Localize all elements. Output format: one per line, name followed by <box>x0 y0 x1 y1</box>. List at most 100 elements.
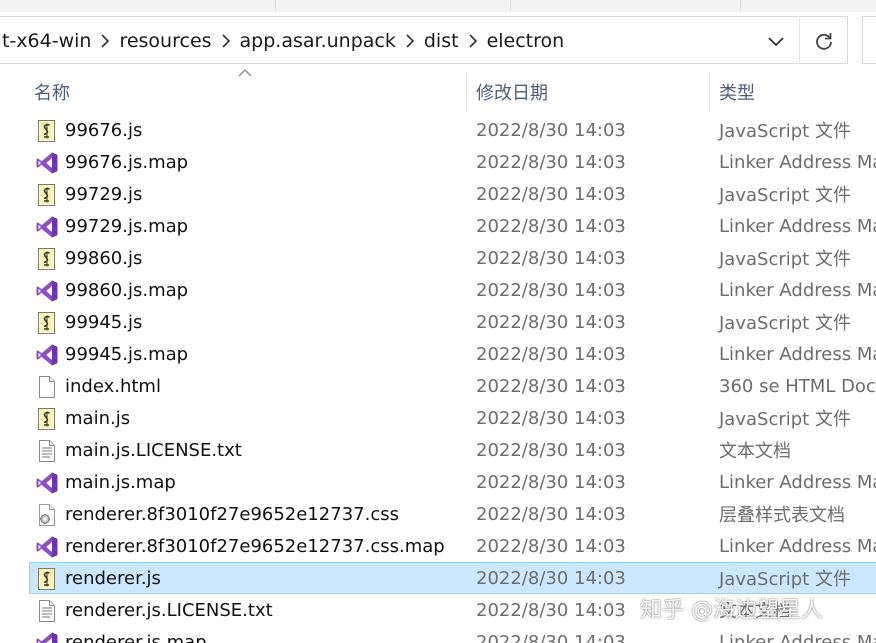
visual-studio-file-icon <box>35 151 59 175</box>
file-type: JavaScript 文件 <box>719 249 851 270</box>
file-type: 层叠样式表文档 <box>719 505 845 526</box>
javascript-file-icon <box>35 183 59 207</box>
file-type: 文本文档 <box>719 441 791 462</box>
search-input[interactable] <box>862 16 876 64</box>
chevron-right-icon[interactable] <box>94 34 116 48</box>
file-name: index.html <box>65 375 161 397</box>
file-row[interactable]: 99945.js.map 2022/8/30 14:03 Linker Addres… <box>29 338 876 370</box>
file-row[interactable]: main.js.LICENSE.txt 2022/8/30 14:03 文本文档 <box>29 434 876 466</box>
watermark: 知乎 @海边望星人 <box>640 598 823 623</box>
ribbon-segment <box>560 0 741 10</box>
file-row[interactable]: 99860.js.map 2022/8/30 14:03 Linker Addres… <box>29 274 876 306</box>
breadcrumb-item[interactable]: t-x64-win <box>0 30 94 52</box>
file-modified-date: 2022/8/30 14:03 <box>476 567 626 589</box>
file-modified-date: 2022/8/30 14:03 <box>476 471 626 493</box>
column-header-name-label: 名称 <box>34 83 70 104</box>
file-type: Linker Address Ma <box>719 151 876 173</box>
file-modified-date: 2022/8/30 14:03 <box>476 439 626 461</box>
file-row[interactable]: 99676.js 2022/8/30 14:03 JavaScript 文件 <box>29 114 876 146</box>
file-type: JavaScript 文件 <box>719 185 851 206</box>
file-name: 99860.js.map <box>65 279 189 301</box>
address-bar[interactable]: t-x64-win resources app.asar.unpack dist… <box>0 16 848 64</box>
file-row[interactable]: renderer.js.map 2022/8/30 14:03 Linker Add… <box>29 626 876 643</box>
file-modified-date: 2022/8/30 14:03 <box>476 599 626 621</box>
file-type: JavaScript 文件 <box>719 121 851 142</box>
file-modified-date: 2022/8/30 14:03 <box>476 375 626 397</box>
file-modified-date: 2022/8/30 14:03 <box>476 503 626 525</box>
file-row[interactable]: 99945.js 2022/8/30 14:03 JavaScript 文件 <box>29 306 876 338</box>
chevron-right-icon[interactable] <box>215 34 237 48</box>
file-name: renderer.js <box>65 567 161 589</box>
breadcrumb-item[interactable]: resources <box>116 30 214 52</box>
ribbon-segment <box>360 0 511 10</box>
column-header-date[interactable]: 修改日期 <box>476 72 548 112</box>
file-type: JavaScript 文件 <box>719 313 851 334</box>
file-name: 99676.js.map <box>65 151 189 173</box>
chevron-right-icon[interactable] <box>399 34 421 48</box>
file-explorer-window: t-x64-win resources app.asar.unpack dist… <box>0 0 876 643</box>
file-name: 99676.js <box>65 119 143 141</box>
file-modified-date: 2022/8/30 14:03 <box>476 535 626 557</box>
file-name: main.js.LICENSE.txt <box>65 439 242 461</box>
file-type: 360 se HTML Docu <box>719 375 876 397</box>
column-divider[interactable] <box>709 72 710 112</box>
file-type: Linker Address Ma <box>719 279 876 301</box>
address-divider <box>799 18 800 64</box>
visual-studio-file-icon <box>35 215 59 239</box>
visual-studio-file-icon <box>35 631 59 643</box>
sort-ascending-icon <box>238 69 252 77</box>
file-name: 99945.js.map <box>65 343 189 365</box>
breadcrumb-item-current[interactable]: electron <box>484 30 568 52</box>
column-header-name[interactable]: 名称 <box>34 72 70 112</box>
file-name: renderer.js.LICENSE.txt <box>65 599 273 621</box>
file-name: main.js <box>65 407 131 429</box>
column-header-row: 名称 修改日期 类型 <box>0 69 876 112</box>
file-name: renderer.8f3010f27e9652e12737.css.map <box>65 535 445 557</box>
file-row[interactable]: renderer.js 2022/8/30 14:03 JavaScript 文件 <box>29 562 876 594</box>
file-type: JavaScript 文件 <box>719 569 851 590</box>
breadcrumb-item[interactable]: dist <box>421 30 462 52</box>
file-row[interactable]: main.js.map 2022/8/30 14:03 Linker Address… <box>29 466 876 498</box>
file-row[interactable]: renderer.8f3010f27e9652e12737.css 2022/8/… <box>29 498 876 530</box>
file-modified-date: 2022/8/30 14:03 <box>476 151 626 173</box>
breadcrumb: t-x64-win resources app.asar.unpack dist… <box>0 17 567 65</box>
visual-studio-file-icon <box>35 471 59 495</box>
file-type: Linker Address Ma <box>719 631 876 643</box>
column-divider[interactable] <box>466 72 467 112</box>
file-modified-date: 2022/8/30 14:03 <box>476 215 626 237</box>
file-name: renderer.js.map <box>65 631 207 643</box>
file-type: JavaScript 文件 <box>719 409 851 430</box>
column-header-type[interactable]: 类型 <box>719 72 755 112</box>
breadcrumb-item[interactable]: app.asar.unpack <box>237 30 399 52</box>
file-row[interactable]: renderer.8f3010f27e9652e12737.css.map 202… <box>29 530 876 562</box>
file-row[interactable]: 99860.js 2022/8/30 14:03 JavaScript 文件 <box>29 242 876 274</box>
javascript-file-icon <box>35 119 59 143</box>
file-name: renderer.8f3010f27e9652e12737.css <box>65 503 399 525</box>
address-row: t-x64-win resources app.asar.unpack dist… <box>0 12 876 70</box>
chevron-down-icon[interactable] <box>761 29 791 55</box>
file-row[interactable]: main.js 2022/8/30 14:03 JavaScript 文件 <box>29 402 876 434</box>
ribbon-segment <box>125 0 276 10</box>
file-modified-date: 2022/8/30 14:03 <box>476 247 626 269</box>
file-name: 99729.js <box>65 183 143 205</box>
refresh-icon[interactable] <box>807 26 841 56</box>
file-modified-date: 2022/8/30 14:03 <box>476 119 626 141</box>
file-modified-date: 2022/8/30 14:03 <box>476 311 626 333</box>
file-row[interactable]: 99729.js.map 2022/8/30 14:03 Linker Addres… <box>29 210 876 242</box>
file-modified-date: 2022/8/30 14:03 <box>476 407 626 429</box>
blank-document-icon <box>35 375 59 399</box>
file-row[interactable]: index.html 2022/8/30 14:03 360 se HTML Doc… <box>29 370 876 402</box>
visual-studio-file-icon <box>35 535 59 559</box>
file-row[interactable]: 99676.js.map 2022/8/30 14:03 Linker Addres… <box>29 146 876 178</box>
chevron-right-icon[interactable] <box>462 34 484 48</box>
column-header-date-label: 修改日期 <box>476 83 548 104</box>
visual-studio-file-icon <box>35 343 59 367</box>
file-name: 99729.js.map <box>65 215 189 237</box>
file-type: Linker Address Ma <box>719 535 876 557</box>
css-file-icon <box>35 503 59 527</box>
file-type: Linker Address Ma <box>719 215 876 237</box>
file-row[interactable]: 99729.js 2022/8/30 14:03 JavaScript 文件 <box>29 178 876 210</box>
file-modified-date: 2022/8/30 14:03 <box>476 279 626 301</box>
file-modified-date: 2022/8/30 14:03 <box>476 183 626 205</box>
file-modified-date: 2022/8/30 14:03 <box>476 343 626 365</box>
